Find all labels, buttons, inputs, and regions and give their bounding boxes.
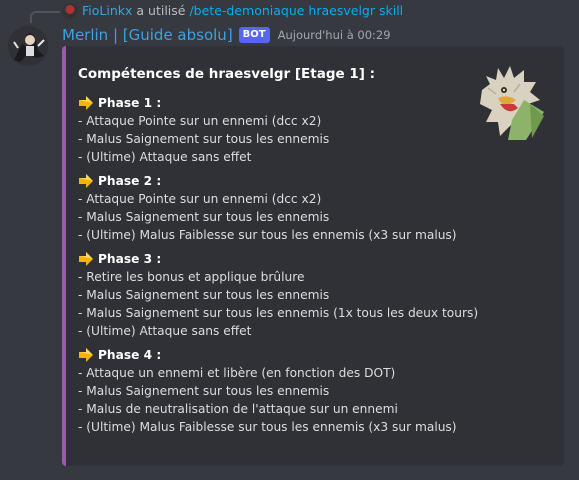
reply-text: FioLinkx a utilisé /bete-demoniaque hrae… <box>82 3 403 18</box>
embed-title: Compétences de hraesvelgr [Etage 1] : <box>78 66 376 82</box>
arrow-right-icon <box>79 252 93 266</box>
phase-title: Phase 2 : <box>98 174 162 188</box>
phase-line: - Malus Saignement sur tous les ennemis <box>78 132 330 146</box>
reply-action: a utilisé <box>136 3 186 18</box>
arrow-right-icon <box>79 174 93 188</box>
phase-block: Phase 4 : - Attaque un ennemi et libère … <box>78 346 478 436</box>
reply-command[interactable]: /bete-demoniaque hraesvelgr skill <box>189 3 403 18</box>
merlin-avatar-icon <box>8 26 48 66</box>
phase-line: - Malus Saignement sur tous les ennemis <box>78 384 330 398</box>
phase-title: Phase 1 : <box>98 96 162 110</box>
message-header: Merlin | [Guide absolu] BOT Aujourd'hui … <box>62 25 391 45</box>
hraesvelgr-bird-icon <box>480 66 544 140</box>
phase-heading: Phase 3 : <box>78 250 478 268</box>
phase-line: - Malus Saignement sur tous les ennemis … <box>78 306 479 320</box>
reply-username[interactable]: FioLinkx <box>82 3 132 18</box>
bot-badge: BOT <box>238 27 270 43</box>
embed: Compétences de hraesvelgr [Etage 1] : Ph… <box>62 46 564 466</box>
reply-avatar[interactable] <box>62 3 78 19</box>
phase-block: Phase 1 : - Attaque Pointe sur un ennemi… <box>78 94 478 166</box>
phase-line: - (Ultime) Attaque sans effet <box>78 150 252 164</box>
phase-block: Phase 2 : - Attaque Pointe sur un ennemi… <box>78 172 478 244</box>
phase-heading: Phase 2 : <box>78 172 478 190</box>
embed-thumbnail[interactable] <box>478 60 548 142</box>
phase-line: - Attaque Pointe sur un ennemi (dcc x2) <box>78 192 322 206</box>
phase-heading: Phase 4 : <box>78 346 478 364</box>
avatar[interactable] <box>8 26 48 66</box>
phase-line: - (Ultime) Malus Faiblesse sur tous les … <box>78 228 457 242</box>
phase-line: - (Ultime) Attaque sans effet <box>78 324 252 338</box>
phase-title: Phase 4 : <box>98 348 162 362</box>
phase-line: - Attaque un ennemi et libère (en foncti… <box>78 366 396 380</box>
arrow-right-icon <box>79 348 93 362</box>
arrow-right-icon <box>79 96 93 110</box>
embed-description: Phase 1 : - Attaque Pointe sur un ennemi… <box>78 94 478 442</box>
reply-context[interactable]: FioLinkx a utilisé /bete-demoniaque hrae… <box>8 0 563 23</box>
reply-spine <box>30 11 60 23</box>
username[interactable]: Merlin | [Guide absolu] <box>62 26 233 44</box>
phase-line: - Retire les bonus et applique brûlure <box>78 270 305 284</box>
phase-block: Phase 3 : - Retire les bonus et applique… <box>78 250 478 340</box>
phase-line: - Malus Saignement sur tous les ennemis <box>78 210 330 224</box>
phase-line: - Malus Saignement sur tous les ennemis <box>78 288 330 302</box>
phase-line: - (Ultime) Malus Faiblesse sur tous les … <box>78 420 457 434</box>
phase-line: - Malus de neutralisation de l'attaque s… <box>78 402 398 416</box>
phase-title: Phase 3 : <box>98 252 162 266</box>
timestamp[interactable]: Aujourd'hui à 00:29 <box>278 28 391 42</box>
phase-line: - Attaque Pointe sur un ennemi (dcc x2) <box>78 114 322 128</box>
phase-heading: Phase 1 : <box>78 94 478 112</box>
